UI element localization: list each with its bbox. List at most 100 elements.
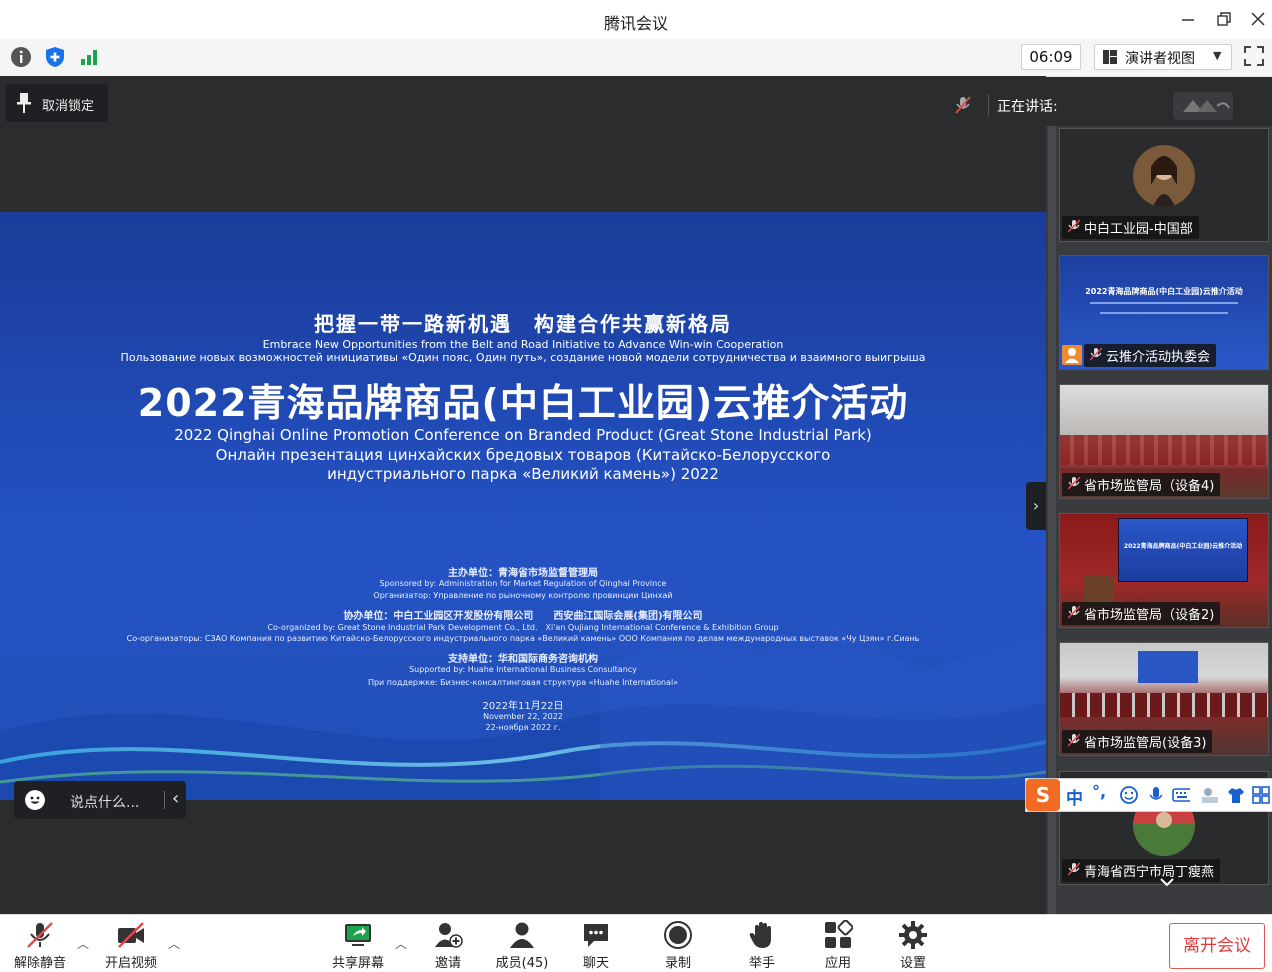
slide-date: 2022年11月22日 — [482, 701, 564, 712]
user-avatar-icon — [1062, 345, 1082, 365]
quick-chat-box[interactable]: 说点什么... ‹ — [14, 781, 186, 819]
view-mode-select[interactable]: 演讲者视图 ▼ — [1094, 44, 1232, 70]
pin-icon — [17, 93, 31, 113]
apps-button[interactable]: 应用 — [810, 915, 866, 972]
share-options-chevron-up-icon[interactable]: ︿ — [395, 935, 407, 952]
ime-mode[interactable]: 中 — [1066, 784, 1083, 809]
video-options-chevron-up-icon[interactable]: ︿ — [168, 935, 180, 952]
window-title: 腾讯会议 — [603, 14, 668, 33]
slide-supporter-english: Supported by: Huahe International Busine… — [409, 665, 637, 674]
presentation-slide: 把握一带一路新机遇 构建合作共赢新格局 Embrace New Opportun… — [0, 212, 1046, 800]
share-screen-button[interactable]: 共享屏幕 — [325, 915, 391, 972]
slide-supporter-russian: При поддержке: Бизнес-консалтинговая стр… — [367, 678, 679, 687]
scroll-down-button[interactable] — [1157, 875, 1177, 891]
participant-name: 中白工业园-中国部 — [1062, 216, 1199, 239]
chat-placeholder[interactable]: 说点什么... — [70, 792, 139, 812]
mic-muted-icon — [1068, 219, 1080, 233]
unmute-button[interactable]: 解除静音 — [6, 915, 74, 972]
share-screen-label: 共享屏幕 — [331, 956, 384, 971]
slide-coorganizer-russian: Со-организаторы: СЗАО Компания по развит… — [126, 634, 920, 643]
members-label: 成员(45) — [495, 956, 549, 971]
slide-russian-title-line2: индустриального парка «Великий камень») … — [327, 465, 719, 483]
slide-english-title: 2022 Qinghai Online Promotion Conference… — [174, 426, 872, 444]
unpin-button[interactable]: 取消锁定 — [5, 84, 108, 122]
ime-toolbar: S 中 °, — [1025, 778, 1272, 812]
voice-input-icon[interactable] — [1147, 786, 1165, 804]
ime-punctuation[interactable]: °, — [1092, 782, 1106, 801]
members-button[interactable]: 成员(45) — [490, 915, 554, 972]
slide-russian-title-line1: Онлайн презентация цинхайских бредовых т… — [215, 446, 831, 464]
emoji-icon[interactable] — [25, 790, 45, 810]
speaking-label: 正在讲话: — [997, 99, 1058, 115]
invite-button[interactable]: 邀请 — [420, 915, 476, 972]
members-icon — [510, 922, 534, 948]
sogou-logo-icon[interactable]: S — [1026, 779, 1060, 811]
participant-name: 云推介活动执委会 — [1084, 344, 1217, 367]
chat-button[interactable]: 聊天 — [568, 915, 624, 972]
record-label: 录制 — [664, 956, 691, 971]
participant-tile[interactable]: 2022青海品牌商品(中白工业园)云推介活动 省市场监管局（设备2) — [1059, 513, 1269, 628]
slide-date-english: November 22, 2022 — [483, 712, 563, 721]
slide-coorganizer: 协办单位：中白工业园区开发股份有限公司 西安曲江国际会展(集团)有限公司 — [343, 611, 703, 622]
slide-host-russian: Организатор: Управление по рыночному кон… — [373, 591, 673, 600]
unpin-label: 取消锁定 — [42, 99, 95, 114]
audio-options-chevron-up-icon[interactable]: ︿ — [77, 935, 89, 952]
slide-russian-slogan: Пользование новых возможностей инициатив… — [120, 351, 926, 364]
participant-tile[interactable]: 中白工业园-中国部 — [1059, 128, 1269, 242]
toolbox-grid-icon[interactable] — [1252, 786, 1270, 804]
invite-label: 邀请 — [434, 956, 461, 971]
mic-muted-icon — [1068, 476, 1080, 490]
mic-muted-icon[interactable] — [955, 96, 971, 114]
keyboard-icon[interactable] — [1172, 786, 1190, 804]
fullscreen-icon — [1244, 46, 1264, 66]
participant-tile[interactable]: 省市场监管局(设备3) — [1059, 642, 1269, 756]
leave-meeting-button[interactable]: 离开会议 — [1169, 923, 1265, 969]
slide-coorganizer-english: Co-organized by: Great Stone Industrial … — [267, 623, 779, 632]
shared-screen-area: 取消锁定 把握一带一路新机遇 构建合作共赢新格局 Embrace New Opp… — [0, 76, 1046, 914]
slide-host-english: Sponsored by: Administration for Market … — [379, 579, 667, 588]
meeting-timer: 06:09 — [1021, 44, 1081, 70]
restore-icon — [1217, 12, 1231, 26]
raise-hand-button[interactable]: 举手 — [734, 915, 790, 972]
title-bar: 腾讯会议 — [0, 0, 1272, 39]
emoji-icon[interactable] — [1120, 786, 1138, 804]
restore-button[interactable] — [1214, 9, 1234, 29]
skin-shirt-icon[interactable] — [1227, 786, 1245, 804]
chat-label: 聊天 — [582, 956, 609, 971]
settings-button[interactable]: 设置 — [885, 915, 941, 972]
chevron-down-icon: ▼ — [1213, 49, 1222, 62]
collapse-sidebar-button[interactable]: › — [1026, 482, 1046, 530]
network-status-button[interactable] — [78, 46, 100, 68]
close-icon — [1251, 12, 1265, 26]
slide-date-russian: 22-ноября 2022 г. — [485, 723, 561, 732]
tencent-logo-icon — [1183, 100, 1230, 112]
meeting-info-button[interactable] — [10, 46, 32, 68]
apps-label: 应用 — [824, 956, 851, 971]
start-video-label: 开启视频 — [104, 956, 157, 971]
participant-name: 省市场监管局（设备4) — [1062, 473, 1221, 496]
fullscreen-button[interactable] — [1243, 45, 1265, 67]
thumbnail-screen: 2022青海品牌商品(中白工业园)云推介活动 — [1118, 518, 1248, 582]
user-settings-icon[interactable] — [1200, 786, 1218, 804]
chevron-right-icon: › — [1032, 496, 1040, 515]
slide-host: 主办单位：青海省市场监督管理局 — [448, 568, 598, 579]
record-button[interactable]: 录制 — [650, 915, 706, 972]
participant-name: 省市场监管局（设备2) — [1062, 602, 1221, 625]
participant-name: 省市场监管局(设备3) — [1062, 730, 1213, 753]
participant-tile[interactable]: 2022青海品牌商品(中白工业园)云推介活动 云推介活动执委会 — [1059, 255, 1269, 370]
record-icon — [664, 921, 692, 949]
mic-muted-icon — [1068, 605, 1080, 619]
camera-off-icon — [118, 922, 144, 948]
slide-english-slogan: Embrace New Opportunities from the Belt … — [262, 338, 784, 351]
shield-icon — [46, 47, 64, 67]
close-button[interactable] — [1248, 9, 1268, 29]
avatar — [1133, 145, 1195, 207]
participant-tile[interactable]: 省市场监管局（设备4) — [1059, 384, 1269, 499]
chevron-left-icon[interactable]: ‹ — [172, 788, 179, 809]
info-icon — [11, 47, 31, 67]
minimize-button[interactable] — [1178, 9, 1198, 29]
start-video-button[interactable]: 开启视频 — [97, 915, 165, 972]
bottom-control-bar: 解除静音 ︿ 开启视频 ︿ 共享屏幕 ︿ 邀请 成员(45) 聊天 录制 举手 … — [0, 914, 1272, 972]
security-button[interactable] — [44, 46, 66, 68]
unmute-label: 解除静音 — [13, 956, 66, 971]
